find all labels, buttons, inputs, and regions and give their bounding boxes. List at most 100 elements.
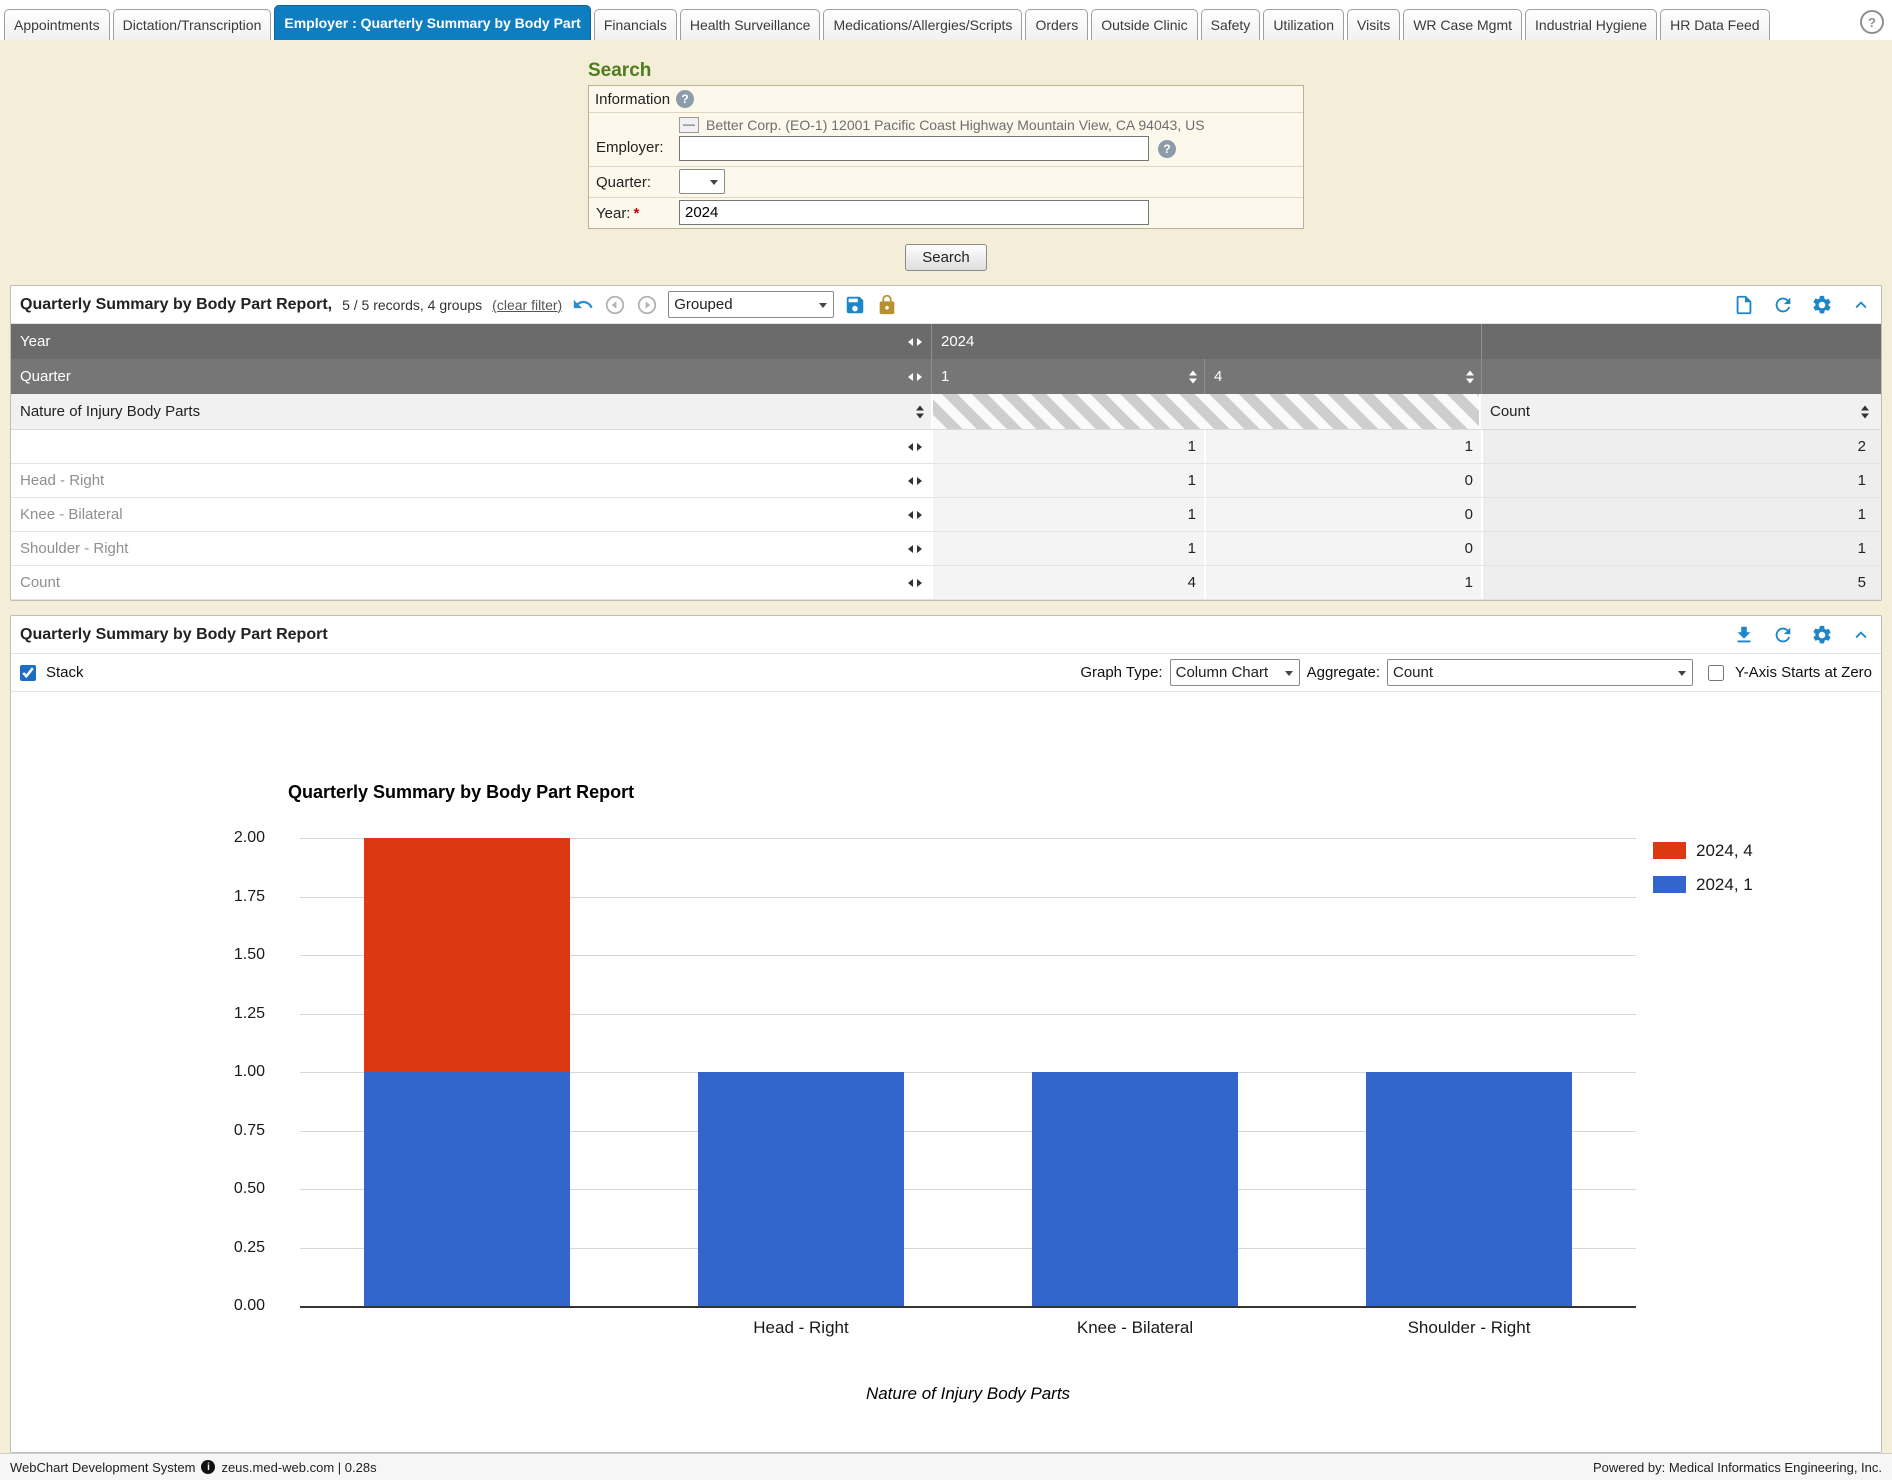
cell-quarter-1: 1 — [931, 430, 1204, 463]
row-label: Knee - Bilateral — [20, 506, 123, 523]
information-help-icon[interactable] — [676, 90, 694, 108]
aggregate-select[interactable]: Count — [1387, 659, 1693, 686]
column-move-icon[interactable] — [908, 511, 922, 519]
quarter-header-row: Quarter 1 4 — [11, 359, 1881, 394]
clear-filter-link[interactable]: (clear filter) — [492, 297, 562, 313]
tab-industrial-hygiene[interactable]: Industrial Hygiene — [1525, 9, 1657, 40]
tab-safety[interactable]: Safety — [1201, 9, 1261, 40]
settings-gear-icon[interactable] — [1811, 294, 1833, 316]
column-move-icon[interactable] — [908, 443, 922, 451]
column-move-icon[interactable] — [908, 477, 922, 485]
graph-type-label: Graph Type: — [1080, 664, 1162, 681]
stack-checkbox[interactable] — [20, 665, 36, 681]
sort-icon[interactable] — [1189, 370, 1197, 383]
refresh-icon[interactable] — [1772, 624, 1794, 646]
quarter-row-label: Quarter — [20, 368, 71, 385]
cell-count: 1 — [1481, 498, 1881, 531]
search-button[interactable]: Search — [905, 244, 987, 271]
tab-orders[interactable]: Orders — [1025, 9, 1088, 40]
group-hatch-area — [931, 394, 1481, 429]
cell-quarter-1: 1 — [931, 498, 1204, 531]
year-row-label: Year — [20, 333, 50, 350]
tab-bar: AppointmentsDictation/TranscriptionEmplo… — [0, 0, 1892, 40]
quarter-1-header: 1 — [941, 368, 949, 385]
quarter-select[interactable] — [679, 169, 725, 194]
tab-utilization[interactable]: Utilization — [1263, 9, 1344, 40]
year-input[interactable] — [679, 200, 1149, 225]
bar-segment[interactable] — [364, 1072, 570, 1306]
history-forward-icon — [636, 294, 658, 316]
search-section: Search Information Employer: — Better Co… — [588, 40, 1304, 271]
x-axis-line — [300, 1306, 1636, 1308]
stack-label[interactable]: Stack — [46, 664, 84, 681]
chart-controls: Stack Graph Type: Column Chart Aggregate… — [11, 654, 1881, 692]
cell-quarter-4: 1 — [1204, 566, 1481, 599]
tab-outside-clinic[interactable]: Outside Clinic — [1091, 9, 1197, 40]
y-tick-label: 1.25 — [11, 1005, 265, 1023]
y-tick-label: 0.00 — [11, 1297, 265, 1315]
tab-financials[interactable]: Financials — [594, 9, 677, 40]
employer-search-input[interactable] — [679, 136, 1149, 161]
x-axis-label: Shoulder - Right — [1302, 1318, 1636, 1338]
y-tick-label: 0.75 — [11, 1122, 265, 1140]
download-icon[interactable] — [1733, 624, 1755, 646]
footer: WebChart Development System zeus.med-web… — [0, 1453, 1892, 1480]
tab-dictation-transcription[interactable]: Dictation/Transcription — [113, 9, 272, 40]
bar-segment[interactable] — [1032, 1072, 1238, 1306]
column-chart: Quarterly Summary by Body Part Report 0.0… — [11, 692, 1881, 1452]
settings-gear-icon[interactable] — [1811, 624, 1833, 646]
quarter-4-header: 4 — [1214, 368, 1222, 385]
group-mode-select[interactable]: Grouped — [668, 291, 834, 318]
count-column-header: Count — [1490, 403, 1530, 420]
cell-quarter-4: 1 — [1204, 430, 1481, 463]
chart-title: Quarterly Summary by Body Part Report — [288, 782, 634, 803]
selected-employer-row: — Better Corp. (EO-1) 12001 Pacific Coas… — [679, 115, 1297, 134]
legend-swatch — [1653, 842, 1686, 859]
info-icon[interactable] — [201, 1460, 215, 1474]
cell-quarter-4: 0 — [1204, 464, 1481, 497]
save-icon[interactable] — [844, 294, 866, 316]
y-axis-zero-label[interactable]: Y-Axis Starts at Zero — [1735, 664, 1872, 681]
cell-quarter-4: 0 — [1204, 498, 1481, 531]
refresh-icon[interactable] — [1772, 294, 1794, 316]
tab-hr-data-feed[interactable]: HR Data Feed — [1660, 9, 1769, 40]
year-label: Year:* — [589, 201, 679, 226]
collapse-panel-icon[interactable] — [1850, 624, 1872, 646]
sort-icon[interactable] — [916, 405, 924, 418]
table-row: Head - Right101 — [11, 464, 1881, 498]
undo-icon[interactable] — [572, 294, 594, 316]
column-move-icon[interactable] — [908, 373, 922, 381]
tab-appointments[interactable]: Appointments — [4, 9, 110, 40]
sort-icon[interactable] — [1466, 370, 1474, 383]
tab-health-surveillance[interactable]: Health Surveillance — [680, 9, 821, 40]
employer-help-icon[interactable] — [1158, 140, 1176, 158]
tab-medications-allergies-scripts[interactable]: Medications/Allergies/Scripts — [823, 9, 1022, 40]
graph-type-select[interactable]: Column Chart — [1170, 659, 1300, 686]
body-parts-header-row: Nature of Injury Body Parts Count — [11, 394, 1881, 430]
row-label: Shoulder - Right — [20, 540, 128, 557]
y-tick-label: 2.00 — [11, 829, 265, 847]
y-axis-zero-checkbox[interactable] — [1708, 665, 1724, 681]
tab-wr-case-mgmt[interactable]: WR Case Mgmt — [1403, 9, 1522, 40]
new-document-icon[interactable] — [1733, 294, 1755, 316]
bar-segment[interactable] — [1366, 1072, 1572, 1306]
column-move-icon[interactable] — [908, 579, 922, 587]
bar-segment[interactable] — [364, 838, 570, 1072]
footer-powered-by: Powered by: Medical Informatics Engineer… — [1593, 1460, 1882, 1475]
sort-icon[interactable] — [1861, 405, 1869, 418]
lock-icon[interactable] — [876, 294, 898, 316]
bar-segment[interactable] — [698, 1072, 904, 1306]
help-icon[interactable] — [1860, 10, 1884, 34]
collapse-panel-icon[interactable] — [1850, 294, 1872, 316]
employer-selected-text: Better Corp. (EO-1) 12001 Pacific Coast … — [706, 117, 1205, 133]
tab-visits[interactable]: Visits — [1347, 9, 1400, 40]
column-move-icon[interactable] — [908, 338, 922, 346]
legend-label: 2024, 4 — [1696, 841, 1753, 861]
information-label: Information — [595, 91, 670, 108]
column-move-icon[interactable] — [908, 545, 922, 553]
tab-employer-quarterly-summary-by-body-part[interactable]: Employer : Quarterly Summary by Body Par… — [274, 5, 590, 40]
search-form: Information Employer: — Better Corp. (EO… — [588, 85, 1304, 229]
employer-remove-button[interactable]: — — [679, 117, 699, 133]
table-row: 112 — [11, 430, 1881, 464]
body-parts-label: Nature of Injury Body Parts — [20, 403, 200, 420]
